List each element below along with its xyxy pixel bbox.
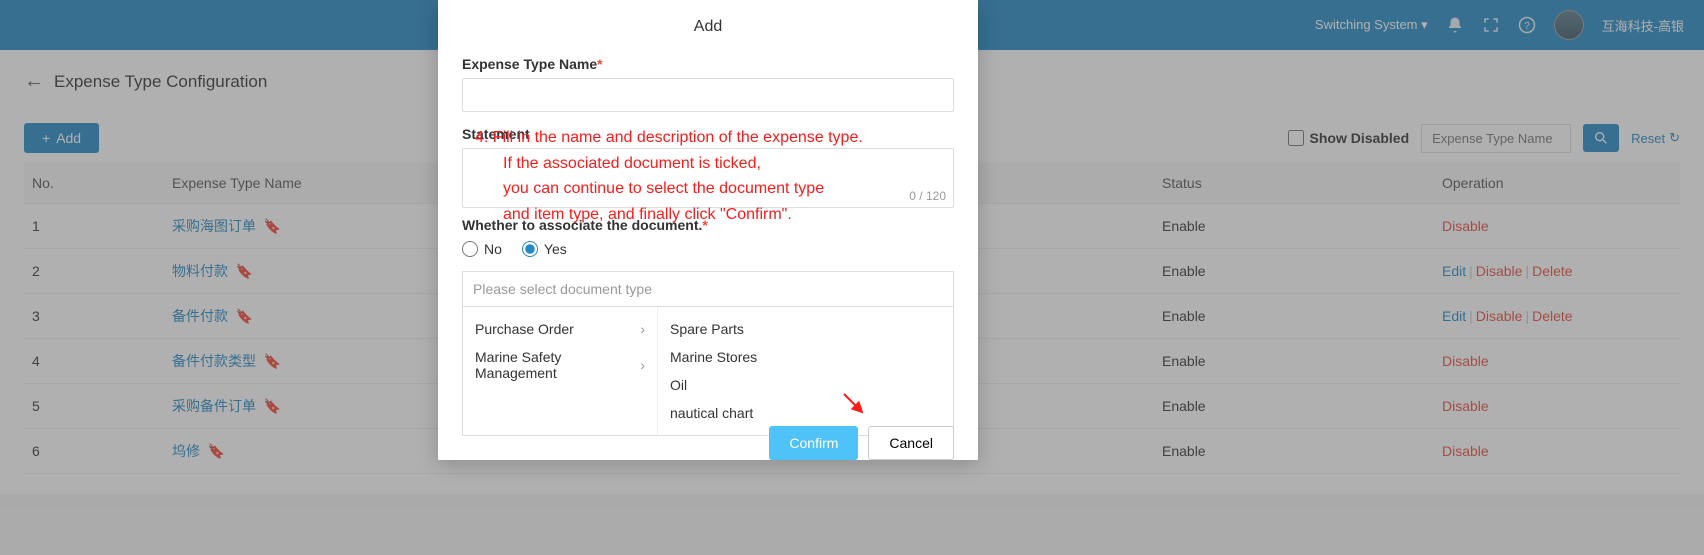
radio-yes[interactable] bbox=[522, 241, 538, 257]
expense-type-name-input[interactable] bbox=[462, 78, 954, 112]
doc-type-dropdown: Purchase Order›Marine Safety Management›… bbox=[462, 307, 954, 436]
item-type-option[interactable]: Oil bbox=[658, 371, 953, 399]
doc-type-select[interactable]: Please select document type bbox=[462, 271, 954, 307]
doc-type-option[interactable]: Purchase Order› bbox=[463, 315, 657, 343]
item-type-option[interactable]: Marine Stores bbox=[658, 343, 953, 371]
doc-type-option[interactable]: Marine Safety Management› bbox=[463, 343, 657, 387]
statement-label: Statement bbox=[462, 126, 954, 142]
modal-title: Add bbox=[462, 18, 954, 36]
radio-no[interactable] bbox=[462, 241, 478, 257]
add-expense-modal: Add Expense Type Name* Statement 0 / 120… bbox=[438, 0, 978, 460]
cancel-button[interactable]: Cancel bbox=[868, 426, 954, 460]
statement-textarea[interactable] bbox=[462, 148, 954, 208]
radio-no-wrap[interactable]: No bbox=[462, 241, 502, 257]
item-type-option[interactable]: Spare Parts bbox=[658, 315, 953, 343]
chevron-right-icon: › bbox=[640, 357, 645, 373]
associate-label: Whether to associate the document.* bbox=[462, 217, 954, 233]
chevron-right-icon: › bbox=[640, 321, 645, 337]
confirm-button[interactable]: Confirm bbox=[769, 426, 858, 460]
item-type-option[interactable]: nautical chart bbox=[658, 399, 953, 427]
name-label: Expense Type Name* bbox=[462, 56, 954, 72]
radio-yes-wrap[interactable]: Yes bbox=[522, 241, 567, 257]
